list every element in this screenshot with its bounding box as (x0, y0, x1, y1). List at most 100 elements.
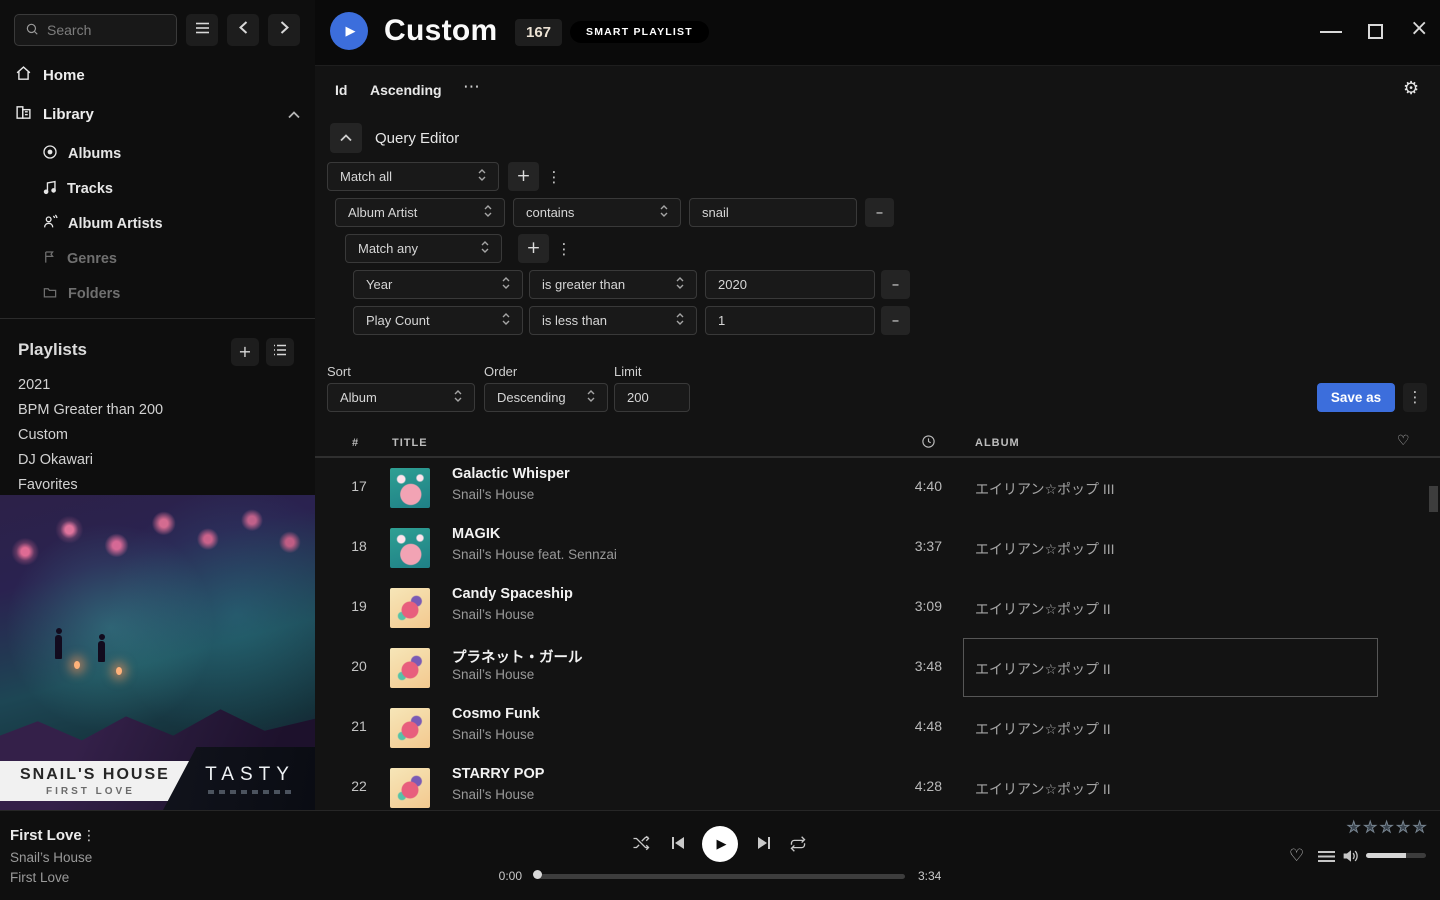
match-any-select[interactable]: Match any (345, 234, 502, 263)
track-title: STARRY POP (452, 766, 544, 782)
rule-field-select[interactable]: Album Artist (335, 198, 505, 227)
track-artist: Snail’s House feat. Sennzai (452, 547, 617, 562)
favorite-button[interactable]: ♡ (1289, 848, 1304, 865)
previous-button[interactable] (671, 836, 685, 855)
table-row[interactable]: 17Galactic WhisperSnail’s House4:40エイリアン… (315, 458, 1440, 518)
play-playlist-button[interactable]: ▶ (330, 12, 368, 50)
track-number: 21 (338, 718, 380, 734)
search-box[interactable] (14, 14, 177, 46)
rule-operator-select[interactable]: contains (513, 198, 681, 227)
sort-select[interactable]: Album (327, 383, 475, 412)
heart-column-icon[interactable]: ♡ (1397, 434, 1411, 448)
playlist-item[interactable]: DJ Okawari (18, 447, 298, 472)
playlist-list-button[interactable] (266, 338, 294, 366)
volume-fill (1366, 853, 1406, 858)
column-index[interactable]: # (352, 437, 359, 449)
sidebar-item-genres[interactable]: Genres (42, 246, 302, 272)
save-as-button[interactable]: Save as (1317, 383, 1395, 412)
table-row[interactable]: 21Cosmo FunkSnail’s House4:48エイリアン☆ポップ I… (315, 698, 1440, 758)
sidebar-item-library[interactable]: Library (15, 104, 300, 125)
more-options-button[interactable]: ⋯ (463, 79, 480, 96)
rule-value-input[interactable]: snail (689, 198, 857, 227)
order-select[interactable]: Descending (484, 383, 608, 412)
table-row[interactable]: 19Candy SpaceshipSnail’s House3:09エイリアン☆… (315, 578, 1440, 638)
minimize-button[interactable] (1320, 31, 1342, 33)
volume-slider[interactable] (1366, 853, 1426, 858)
settings-button[interactable]: ⚙ (1403, 80, 1419, 98)
playlist-item[interactable]: Favorites (18, 472, 298, 497)
menu-button[interactable] (186, 14, 218, 46)
collapse-chevron-icon[interactable] (288, 106, 300, 123)
remove-rule-button[interactable]: – (881, 306, 910, 335)
table-row[interactable]: 18MAGIKSnail’s House feat. Sennzai3:37エイ… (315, 518, 1440, 578)
rating-stars[interactable]: ★★★★★ (1347, 820, 1426, 835)
limit-input[interactable]: 200 (614, 383, 690, 412)
star-icon[interactable]: ★ (1396, 820, 1409, 835)
star-icon[interactable]: ★ (1363, 820, 1376, 835)
table-row[interactable]: 20プラネット・ガールSnail’s House3:48エイリアン☆ポップ II (315, 638, 1440, 698)
forward-button[interactable] (268, 14, 300, 46)
table-row[interactable]: 22STARRY POPSnail’s House4:28エイリアン☆ポップ I… (315, 758, 1440, 810)
star-icon[interactable]: ★ (1347, 820, 1360, 835)
match-all-select[interactable]: Match all (327, 162, 499, 191)
sidebar-item-home[interactable]: Home (15, 65, 85, 86)
playlist-item[interactable]: 2021 (18, 372, 298, 397)
now-playing-artwork[interactable]: SNAIL'S HOUSE FIRST LOVE TASTY (0, 495, 315, 810)
focused-album-cell[interactable] (963, 638, 1378, 697)
play-pause-button[interactable]: ▶ (702, 826, 738, 862)
star-icon[interactable]: ★ (1380, 820, 1393, 835)
repeat-button[interactable] (789, 836, 807, 857)
query-editor-collapse-button[interactable] (330, 123, 362, 153)
maximize-button[interactable] (1368, 24, 1383, 39)
track-number: 19 (338, 598, 380, 614)
column-album[interactable]: ALBUM (975, 437, 1020, 449)
now-playing-title[interactable]: First Love (10, 827, 82, 844)
rule-operator-select[interactable]: is less than (529, 306, 697, 335)
seek-knob[interactable] (533, 870, 542, 879)
query-editor-title: Query Editor (375, 130, 459, 147)
track-album: エイリアン☆ポップ II (975, 719, 1111, 739)
add-group-rule-button[interactable]: + (518, 234, 549, 263)
rule-field-select[interactable]: Year (353, 270, 523, 299)
sidebar-item-tracks[interactable]: Tracks (42, 176, 302, 202)
limit-label: Limit (614, 364, 641, 379)
rule-value-input[interactable]: 1 (705, 306, 875, 335)
rule-group-menu-button[interactable]: ⋮ (547, 166, 561, 188)
scrollbar-thumb[interactable] (1429, 486, 1438, 512)
star-icon[interactable]: ★ (1413, 820, 1426, 835)
shuffle-button[interactable] (632, 835, 650, 856)
sidebar-item-album-artists[interactable]: Album Artists (42, 211, 302, 237)
close-button[interactable]: × (1410, 18, 1428, 40)
playlist-item[interactable]: BPM Greater than 200 (18, 397, 298, 422)
search-input[interactable] (47, 22, 157, 38)
queue-button[interactable] (1318, 851, 1335, 864)
column-title[interactable]: TITLE (392, 437, 428, 449)
volume-button[interactable] (1342, 848, 1360, 869)
playlist-item[interactable]: Custom (18, 422, 298, 447)
input-value: 2020 (718, 277, 747, 292)
sidebar-item-albums[interactable]: Albums (42, 141, 302, 167)
add-playlist-button[interactable]: + (231, 338, 259, 366)
now-playing-artist[interactable]: Snail’s House (10, 850, 92, 865)
clock-icon[interactable] (921, 434, 936, 452)
group-menu-button[interactable]: ⋮ (557, 238, 571, 260)
remove-rule-button[interactable]: – (865, 198, 894, 227)
next-button[interactable] (757, 836, 771, 855)
now-playing-menu-button[interactable]: ⋮ (82, 829, 96, 843)
rule-value-input[interactable]: 2020 (705, 270, 875, 299)
sort-direction-button[interactable]: Ascending (370, 82, 442, 98)
page-title: Custom (384, 14, 497, 48)
seek-bar[interactable] (535, 874, 905, 879)
kebab-icon: ⋮ (557, 242, 572, 257)
sort-field-button[interactable]: Id (335, 82, 347, 98)
add-rule-button[interactable]: + (508, 162, 539, 191)
rule-field-select[interactable]: Play Count (353, 306, 523, 335)
remove-rule-button[interactable]: – (881, 270, 910, 299)
rule-operator-select[interactable]: is greater than (529, 270, 697, 299)
save-menu-button[interactable]: ⋮ (1403, 383, 1427, 412)
now-playing-album[interactable]: First Love (10, 870, 69, 885)
sidebar-item-label: Genres (67, 251, 117, 267)
sidebar-item-folders[interactable]: Folders (42, 281, 302, 307)
back-button[interactable] (227, 14, 259, 46)
select-arrows-icon (484, 204, 492, 221)
